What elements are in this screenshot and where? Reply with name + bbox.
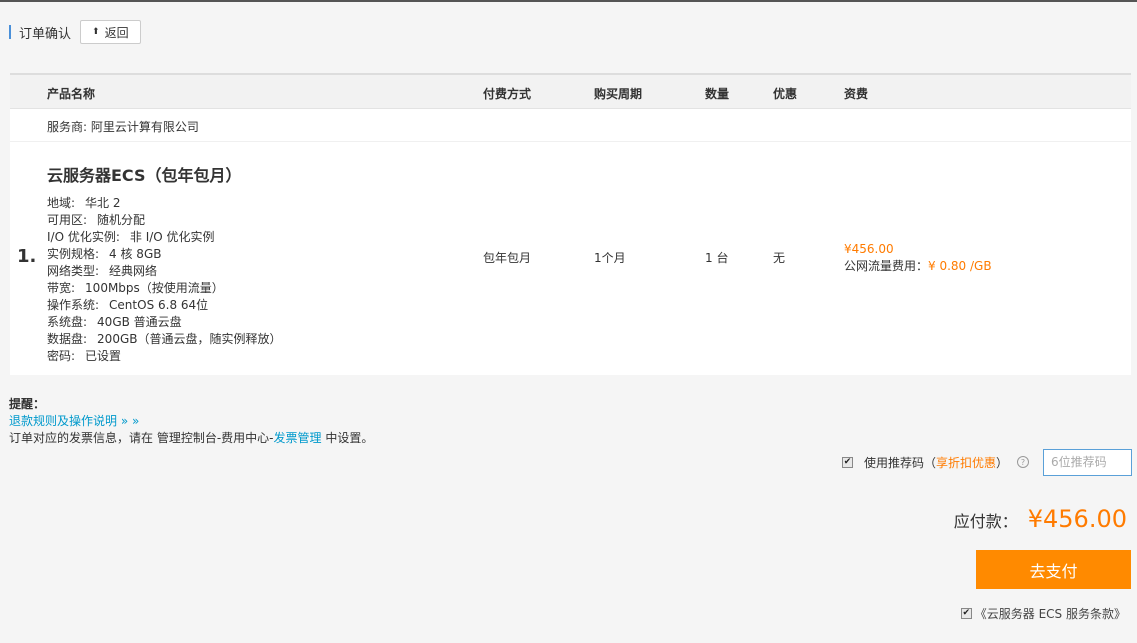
title-accent-bar bbox=[9, 25, 11, 39]
refund-rules-line: 退款规则及操作说明 » » bbox=[9, 413, 373, 430]
product-name: 云服务器ECS（包年包月） bbox=[47, 166, 242, 185]
row-index: 1. bbox=[17, 246, 37, 267]
column-header-product: 产品名称 bbox=[47, 87, 96, 101]
refund-rules-link[interactable]: 退款规则及操作说明 bbox=[9, 414, 117, 428]
product-specs: 地域: 华北 2 可用区: 随机分配 I/O 优化实例: 非 I/O 优化实例 实例规… bbox=[47, 195, 281, 365]
invoice-note: 订单对应的发票信息，请在 管理控制台-费用中心-发票管理 中设置。 bbox=[9, 431, 374, 445]
referral-label: 使用推荐码（享折扣优惠） bbox=[864, 455, 1009, 470]
notes-title: 提醒： bbox=[9, 397, 46, 411]
spec-line: 实例规格: 4 核 8GB bbox=[47, 247, 162, 261]
vendor-row: 服务商: 阿里云计算有限公司 bbox=[10, 109, 1131, 142]
payment-type: 包年包月 bbox=[483, 251, 532, 265]
referral-checkbox[interactable]: ✔ bbox=[842, 456, 853, 468]
discount: 无 bbox=[773, 251, 786, 265]
double-chevron-icon: » » bbox=[120, 414, 140, 428]
traffic-fee: 公网流量费用：¥ 0.80 /GB bbox=[844, 259, 992, 273]
total-label: 应付款： bbox=[953, 512, 1018, 531]
total-amount-section: 应付款： ¥456.00 bbox=[954, 505, 1127, 533]
item-price: ¥456.00 bbox=[844, 242, 894, 256]
spec-line: 密码: 已设置 bbox=[47, 349, 122, 363]
spec-line: 系统盘: 40GB 普通云盘 bbox=[47, 315, 182, 329]
spec-line: I/O 优化实例: 非 I/O 优化实例 bbox=[47, 230, 215, 244]
column-header-quantity: 数量 bbox=[705, 87, 730, 101]
up-arrow-icon: ⬆ bbox=[92, 27, 100, 37]
referral-code-input[interactable] bbox=[1043, 448, 1133, 476]
column-header-payment: 付费方式 bbox=[483, 87, 532, 101]
spec-line: 网络类型: 经典网络 bbox=[47, 264, 158, 278]
fee-cell: ¥456.00 公网流量费用：¥ 0.80 /GB bbox=[844, 241, 992, 275]
terms-agreement: ✔ 《云服务器 ECS 服务条款》 bbox=[960, 605, 1126, 622]
page-header: 订单确认 ⬆ 返回 bbox=[9, 19, 141, 45]
spec-line: 操作系统: CentOS 6.8 64位 bbox=[47, 298, 209, 312]
total-amount: ¥456.00 bbox=[1027, 505, 1127, 533]
quantity: 1 台 bbox=[705, 251, 729, 265]
spec-line: 可用区: 随机分配 bbox=[47, 213, 146, 227]
discount-link[interactable]: 享折扣优惠 bbox=[936, 456, 996, 470]
page-title: 订单确认 bbox=[19, 26, 72, 42]
reminder-notes: 提醒： 退款规则及操作说明 » » 订单对应的发票信息，请在 管理控制台-费用中… bbox=[9, 396, 373, 447]
terms-checkbox[interactable]: ✔ bbox=[960, 608, 972, 619]
order-table: 产品名称 付费方式 购买周期 数量 优惠 资费 服务商: 阿里云计算有限公司 1… bbox=[10, 73, 1131, 375]
column-header-discount: 优惠 bbox=[773, 87, 798, 101]
terms-link[interactable]: 《云服务器 ECS 服务条款》 bbox=[975, 605, 1126, 622]
column-header-period: 购买周期 bbox=[594, 87, 643, 101]
spec-line: 地域: 华北 2 bbox=[47, 196, 121, 210]
invoice-management-link[interactable]: 发票管理 bbox=[273, 431, 321, 445]
spec-line: 带宽: 100Mbps（按使用流量） bbox=[47, 281, 224, 295]
spec-line: 数据盘: 200GB（普通云盘，随实例释放） bbox=[47, 332, 282, 346]
purchase-period: 1个月 bbox=[594, 251, 626, 265]
help-icon[interactable]: ? bbox=[1017, 456, 1030, 468]
column-header-fee: 资费 bbox=[844, 87, 869, 101]
back-button-label: 返回 bbox=[104, 25, 129, 40]
back-button[interactable]: ⬆ 返回 bbox=[80, 20, 141, 44]
vendor-name: 服务商: 阿里云计算有限公司 bbox=[47, 120, 199, 134]
table-header: 产品名称 付费方式 购买周期 数量 优惠 资费 bbox=[10, 73, 1131, 109]
pay-button[interactable]: 去支付 bbox=[976, 550, 1131, 589]
referral-code-section: ✔ 使用推荐码（享折扣优惠） ? bbox=[842, 448, 1133, 476]
table-row: 1. 云服务器ECS（包年包月） 地域: 华北 2 可用区: 随机分配 I/O 优化… bbox=[10, 142, 1131, 375]
